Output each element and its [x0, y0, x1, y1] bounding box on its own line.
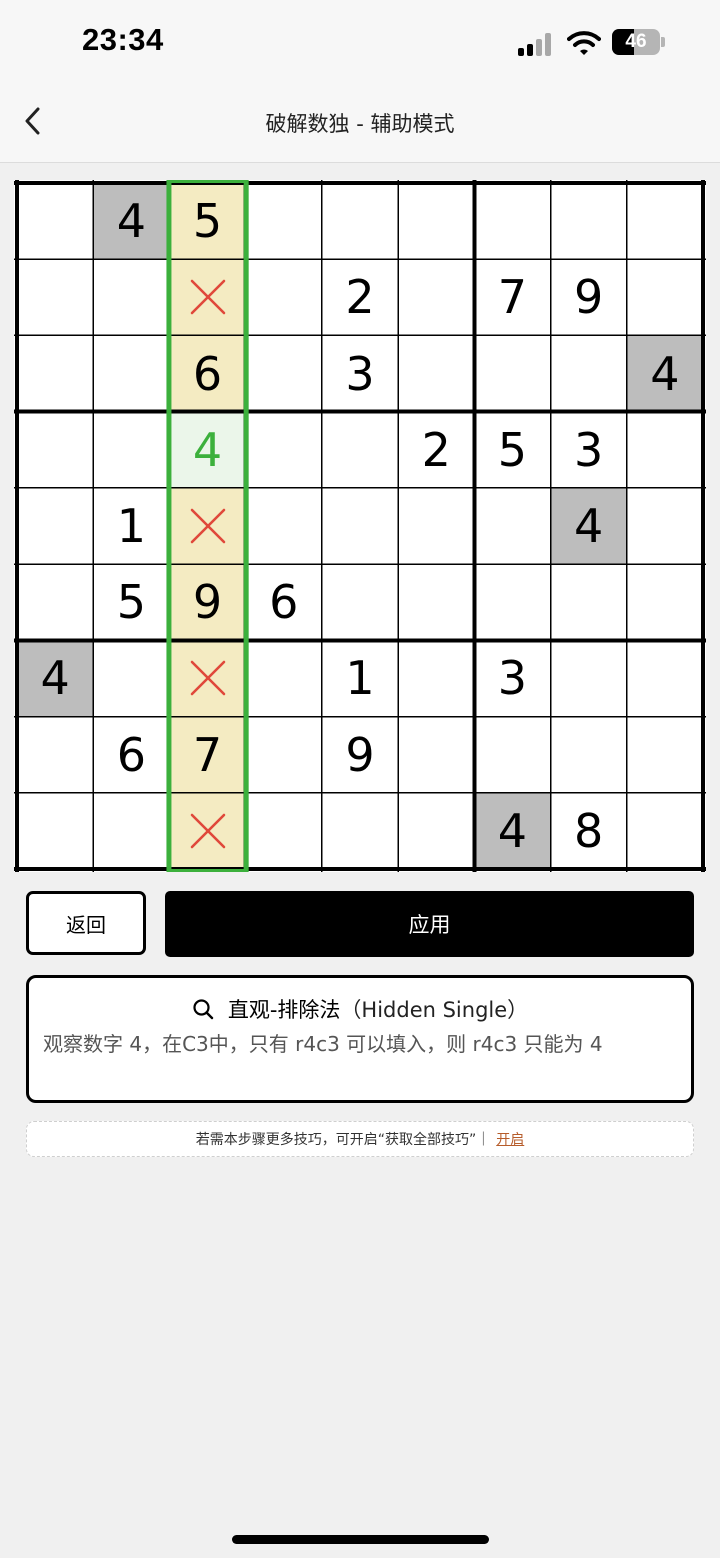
status-bar: 23:34 46 — [0, 0, 720, 90]
tip-bar: 若需本步骤更多技巧，可开启“获取全部技巧”｜ 开启 — [26, 1121, 694, 1157]
enable-link[interactable]: 开启 — [496, 1129, 524, 1149]
battery-icon: 46 — [612, 29, 660, 55]
technique-name: 直观-排除法 — [227, 998, 341, 1022]
nav-header: 破解数独 - 辅助模式 — [0, 90, 720, 163]
search-icon — [193, 999, 214, 1020]
wifi-icon — [567, 31, 601, 55]
board-grid-lines — [14, 180, 706, 872]
battery-level: 46 — [625, 31, 647, 52]
tip-text: 若需本步骤更多技巧，可开启“获取全部技巧”｜ — [195, 1132, 491, 1148]
status-time: 23:34 — [82, 22, 164, 57]
return-button[interactable]: 返回 — [26, 891, 146, 955]
hint-card: 直观-排除法 （Hidden Single） 观察数字 4，在C3中，只有 r4… — [26, 975, 694, 1103]
battery-tip — [661, 37, 665, 47]
hint-description: 观察数字 4，在C3中，只有 r4c3 可以填入，则 r4c3 只能为 4 — [43, 1032, 603, 1056]
hint-card-title: 直观-排除法 （Hidden Single） — [29, 994, 691, 1024]
sudoku-board: 4527963442531459641367948 — [14, 180, 706, 872]
technique-english-name: （Hidden Single） — [340, 998, 529, 1022]
home-indicator — [232, 1535, 489, 1544]
apply-button[interactable]: 应用 — [165, 891, 694, 957]
page-title: 破解数独 - 辅助模式 — [265, 112, 455, 136]
cellular-signal-icon — [518, 32, 558, 56]
